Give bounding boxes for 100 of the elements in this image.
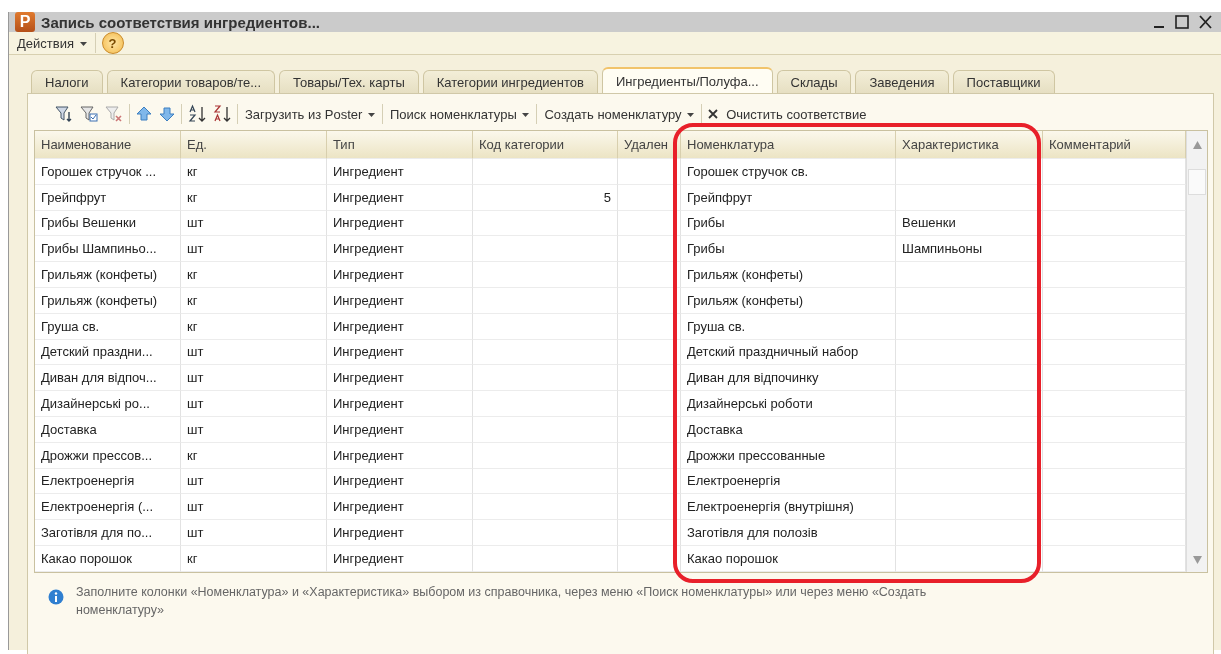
- table-cell: кг: [181, 442, 327, 469]
- table-cell: Горошек стручок ...: [35, 159, 181, 185]
- load-from-poster-menu[interactable]: Загрузить из Poster: [243, 106, 377, 122]
- filter-clear-icon[interactable]: [104, 104, 124, 124]
- actions-menu[interactable]: Действия: [15, 35, 89, 51]
- table-cell: Електроенергія: [35, 468, 181, 495]
- table-cell: Ингредиент: [327, 365, 473, 392]
- table-cell: Грильяж (конфеты): [681, 288, 896, 314]
- table-cell: [618, 416, 681, 443]
- table-cell: Детский праздни...: [35, 339, 181, 366]
- table-cell: Ингредиент: [327, 288, 473, 314]
- column-header[interactable]: Комментарий: [1043, 131, 1186, 159]
- table-cell: Груша св.: [35, 313, 181, 340]
- table-cell: кг: [181, 159, 327, 185]
- maximize-icon[interactable]: [1175, 15, 1189, 29]
- column-header[interactable]: Характеристика: [896, 131, 1043, 159]
- table-cell: Дизайнерські роботи: [681, 391, 896, 417]
- table-cell: Заготівля для полозів: [681, 520, 896, 546]
- table-cell: [618, 313, 681, 340]
- table-cell: Дизайнерські ро...: [35, 391, 181, 417]
- table-cell: Грильяж (конфеты): [35, 262, 181, 288]
- table-cell: Ингредиент: [327, 468, 473, 495]
- table-cell: [618, 288, 681, 314]
- table-cell: Дрожжи прессованные: [681, 442, 896, 469]
- table-cell: [618, 236, 681, 263]
- tab[interactable]: Налоги: [31, 70, 103, 93]
- table-cell: Ингредиент: [327, 184, 473, 211]
- scroll-thumb[interactable]: [1188, 169, 1206, 195]
- table-cell: Грильяж (конфеты): [681, 262, 896, 288]
- table-cell: Електроенергія (внутрішня): [681, 494, 896, 521]
- table-cell: [618, 184, 681, 211]
- search-nomenclature-menu[interactable]: Поиск номенклатуры: [388, 106, 532, 122]
- scroll-down-icon[interactable]: [1192, 555, 1202, 564]
- table-cell: шт: [181, 236, 327, 263]
- caret-icon: [79, 42, 87, 47]
- table-cell: шт: [181, 210, 327, 237]
- table-cell: Дрожжи прессов...: [35, 442, 181, 469]
- table-cell: Ингредиент: [327, 159, 473, 185]
- table-cell: Шампиньоны: [896, 236, 1043, 263]
- table-cell: шт: [181, 391, 327, 417]
- column-header[interactable]: Удален: [618, 131, 681, 159]
- sort-descending-icon[interactable]: [212, 104, 232, 124]
- tab[interactable]: Поставщики: [952, 70, 1055, 93]
- tab[interactable]: Ингредиенты/Полуфа...: [601, 67, 773, 93]
- column-header[interactable]: Номенклатура: [681, 131, 896, 159]
- table-cell: [618, 494, 681, 521]
- table-cell: Електроенергія: [681, 468, 896, 495]
- column-header[interactable]: Тип: [327, 131, 473, 159]
- window-title: Запись соответствия ингредиентов...: [41, 13, 320, 31]
- table-cell: [618, 442, 681, 469]
- table-cell: Грильяж (конфеты): [35, 288, 181, 314]
- tab[interactable]: Товары/Тех. карты: [279, 70, 419, 93]
- info-icon: [48, 588, 64, 605]
- table-cell: кг: [181, 184, 327, 211]
- table-cell: [618, 159, 681, 185]
- table-cell: Грейпфрут: [681, 184, 896, 211]
- table-cell: Вешенки: [896, 210, 1043, 237]
- clear-mapping-button[interactable]: Очистить соответствие: [724, 106, 869, 122]
- table-cell: кг: [181, 262, 327, 288]
- tab[interactable]: Заведения: [855, 70, 949, 93]
- table-cell: шт: [181, 365, 327, 392]
- table-cell: Детский праздничный набор: [681, 339, 896, 366]
- table-cell: Ингредиент: [327, 339, 473, 366]
- table-cell: Ингредиент: [327, 520, 473, 546]
- table-cell: Заготівля для по...: [35, 520, 181, 546]
- caret-icon: [687, 113, 695, 118]
- tab[interactable]: Категории товаров/те...: [106, 70, 276, 93]
- scroll-up-icon[interactable]: [1192, 141, 1202, 149]
- column-header[interactable]: Ед.: [181, 131, 327, 159]
- column-header[interactable]: Код категории: [473, 131, 618, 159]
- table-cell: [618, 391, 681, 417]
- table-cell: [618, 545, 681, 572]
- arrow-down-icon[interactable]: [158, 105, 176, 123]
- arrow-up-icon[interactable]: [135, 105, 153, 123]
- table-cell: Грибы: [681, 210, 896, 237]
- table-cell: Диван для відпоч...: [35, 365, 181, 392]
- tab[interactable]: Склады: [776, 70, 852, 93]
- table-cell: Ингредиент: [327, 416, 473, 443]
- table-cell: [618, 210, 681, 237]
- table-cell: шт: [181, 339, 327, 366]
- table-cell: Какао порошок: [35, 545, 181, 572]
- sort-ascending-icon[interactable]: [187, 104, 207, 124]
- table-cell: шт: [181, 494, 327, 521]
- close-icon[interactable]: [707, 108, 720, 120]
- filter-settings-icon[interactable]: [54, 104, 74, 124]
- table-cell: Ингредиент: [327, 545, 473, 572]
- filter-check-icon[interactable]: [79, 104, 99, 124]
- create-nomenclature-menu[interactable]: Создать номенклатуру: [542, 106, 697, 122]
- table-cell: кг: [181, 545, 327, 572]
- close-icon[interactable]: [1199, 15, 1212, 29]
- table-cell: кг: [181, 288, 327, 314]
- table-cell: шт: [181, 520, 327, 546]
- scrollbar[interactable]: [1186, 131, 1207, 572]
- table-cell: кг: [181, 313, 327, 340]
- help-button[interactable]: ?: [101, 32, 124, 54]
- column-header[interactable]: Наименование: [35, 131, 181, 159]
- tab[interactable]: Категории ингредиентов: [422, 70, 598, 93]
- table-cell: Ингредиент: [327, 313, 473, 340]
- table-cell: Ингредиент: [327, 236, 473, 263]
- table-cell: Грибы Шампиньо...: [35, 236, 181, 263]
